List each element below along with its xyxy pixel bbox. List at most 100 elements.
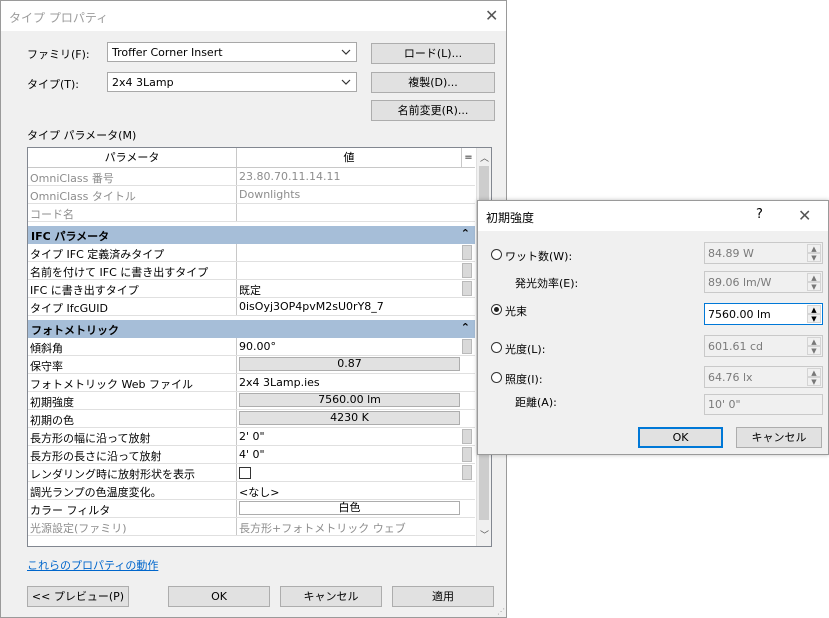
- type-properties-dialog: タイプ プロパティ ✕ ファミリ(F): Troffer Corner Inse…: [0, 0, 507, 618]
- intensity-radio[interactable]: [491, 342, 502, 353]
- scroll-down-icon[interactable]: ﹀: [480, 528, 489, 541]
- flux-label: 光束: [505, 305, 527, 318]
- group-header-ifc[interactable]: IFC パラメータ ⌃: [28, 226, 475, 244]
- formula-button[interactable]: [462, 263, 472, 278]
- duplicate-button[interactable]: 複製(D)...: [371, 72, 495, 93]
- table-row[interactable]: 調光ランプの色温度変化。 <なし>: [28, 482, 475, 500]
- table-row[interactable]: 初期の色 4230 K: [28, 410, 475, 428]
- cell-divider: [236, 500, 237, 517]
- spin-down-icon[interactable]: ▼: [807, 346, 821, 355]
- title-bar: タイプ プロパティ ✕: [1, 1, 506, 31]
- cell-divider: [236, 464, 237, 481]
- param-name: 初期強度: [30, 396, 74, 409]
- group-header-photometric[interactable]: フォトメトリック ⌃: [28, 320, 475, 338]
- cancel-button[interactable]: キャンセル: [280, 586, 382, 607]
- table-row[interactable]: OmniClass タイトル Downlights: [28, 186, 475, 204]
- intensity-field[interactable]: 601.61 cd ▲ ▼: [704, 335, 823, 357]
- spin-down-icon[interactable]: ▼: [807, 282, 821, 291]
- spin-up-icon[interactable]: ▲: [807, 368, 821, 377]
- param-name: カラー フィルタ: [30, 504, 111, 517]
- flux-radio[interactable]: [491, 304, 502, 315]
- cell-divider: [236, 338, 237, 355]
- formula-button[interactable]: [462, 429, 472, 444]
- param-name: 保守率: [30, 360, 63, 373]
- formula-button[interactable]: [462, 281, 472, 296]
- table-row[interactable]: コード名: [28, 204, 475, 222]
- wattage-radio[interactable]: [491, 249, 502, 260]
- spin-up-icon[interactable]: ▲: [807, 337, 821, 346]
- table-row[interactable]: レンダリング時に放射形状を表示: [28, 464, 475, 482]
- distance-field[interactable]: 10' 0": [704, 394, 823, 415]
- column-header-formula[interactable]: =: [461, 148, 475, 167]
- collapse-icon[interactable]: ⌃: [461, 227, 470, 240]
- table-row[interactable]: OmniClass 番号 23.80.70.11.14.11: [28, 168, 475, 186]
- spin-down-icon[interactable]: ▼: [807, 377, 821, 386]
- spin-down-icon[interactable]: ▼: [807, 314, 821, 323]
- wattage-field[interactable]: 84.89 W ▲ ▼: [704, 242, 823, 264]
- param-name: OmniClass 番号: [30, 172, 114, 185]
- table-row[interactable]: 長方形の幅に沿って放射 2' 0": [28, 428, 475, 446]
- efficacy-field[interactable]: 89.06 lm/W ▲ ▼: [704, 271, 823, 293]
- table-row[interactable]: 保守率 0.87: [28, 356, 475, 374]
- cell-divider: [236, 280, 237, 297]
- show-shape-checkbox[interactable]: [239, 467, 251, 479]
- table-row[interactable]: 傾斜角 90.00°: [28, 338, 475, 356]
- apply-button[interactable]: 適用: [392, 586, 494, 607]
- column-header-value[interactable]: 値: [237, 148, 461, 167]
- cell-divider: [236, 518, 237, 535]
- illuminance-field[interactable]: 64.76 lx ▲ ▼: [704, 366, 823, 388]
- collapse-icon[interactable]: ⌃: [461, 321, 470, 334]
- rename-button[interactable]: 名前変更(R)...: [371, 100, 495, 121]
- spin-down-icon[interactable]: ▼: [807, 253, 821, 262]
- type-label: タイプ(T):: [27, 78, 80, 91]
- cell-divider: [236, 482, 237, 499]
- param-value: 90.00°: [239, 340, 276, 353]
- table-row[interactable]: IFC に書き出すタイプ 既定: [28, 280, 475, 298]
- table-row[interactable]: タイプ IfcGUID 0isOyj3OP4pvM2sU0rY8_7: [28, 298, 475, 316]
- illuminance-radio[interactable]: [491, 372, 502, 383]
- spin-up-icon[interactable]: ▲: [807, 273, 821, 282]
- param-name: 光源設定(ファミリ): [30, 522, 127, 535]
- close-icon[interactable]: ✕: [485, 8, 498, 24]
- close-icon[interactable]: ✕: [798, 208, 811, 224]
- preview-button[interactable]: << プレビュー(P): [27, 586, 129, 607]
- param-name: フォトメトリック Web ファイル: [30, 378, 193, 391]
- type-value: 2x4 3Lamp: [112, 76, 174, 89]
- intensity-label: 光度(L):: [505, 343, 546, 356]
- table-row[interactable]: フォトメトリック Web ファイル 2x4 3Lamp.ies: [28, 374, 475, 392]
- column-header-parameter[interactable]: パラメータ: [28, 148, 237, 167]
- cancel-button[interactable]: キャンセル: [736, 427, 822, 448]
- formula-button[interactable]: [462, 465, 472, 480]
- param-value-button[interactable]: 7560.00 lm: [239, 393, 460, 407]
- param-value-button[interactable]: 白色: [239, 501, 460, 515]
- resize-grip-icon[interactable]: ⋰: [497, 607, 505, 616]
- table-row[interactable]: タイプ IFC 定義済みタイプ: [28, 244, 475, 262]
- spin-up-icon[interactable]: ▲: [807, 305, 821, 314]
- type-dropdown[interactable]: 2x4 3Lamp: [107, 72, 357, 92]
- formula-button[interactable]: [462, 245, 472, 260]
- table-row[interactable]: 長方形の長さに沿って放射 4' 0": [28, 446, 475, 464]
- ok-button[interactable]: OK: [638, 427, 723, 448]
- ok-button[interactable]: OK: [168, 586, 270, 607]
- group-title: フォトメトリック: [31, 324, 119, 337]
- table-row[interactable]: 初期強度 7560.00 lm: [28, 392, 475, 410]
- param-value: 23.80.70.11.14.11: [239, 170, 341, 183]
- table-row[interactable]: 光源設定(ファミリ) 長方形+フォトメトリック ウェブ: [28, 518, 475, 536]
- wattage-value: 84.89 W: [708, 247, 754, 260]
- formula-button[interactable]: [462, 447, 472, 462]
- flux-field[interactable]: 7560.00 lm ▲ ▼: [704, 303, 823, 325]
- properties-help-link[interactable]: これらのプロパティの動作: [27, 557, 158, 573]
- scroll-up-icon[interactable]: ︿: [480, 151, 489, 164]
- formula-button[interactable]: [462, 339, 472, 354]
- family-dropdown[interactable]: Troffer Corner Insert: [107, 42, 357, 62]
- param-name: 長方形の幅に沿って放射: [30, 432, 151, 445]
- spin-up-icon[interactable]: ▲: [807, 244, 821, 253]
- family-label: ファミリ(F):: [27, 48, 90, 61]
- table-row[interactable]: 名前を付けて IFC に書き出すタイプ: [28, 262, 475, 280]
- help-icon[interactable]: ?: [756, 207, 763, 222]
- param-name: 長方形の長さに沿って放射: [30, 450, 162, 463]
- param-value-button[interactable]: 4230 K: [239, 411, 460, 425]
- load-button[interactable]: ロード(L)...: [371, 43, 495, 64]
- table-row[interactable]: カラー フィルタ 白色: [28, 500, 475, 518]
- param-value-button[interactable]: 0.87: [239, 357, 460, 371]
